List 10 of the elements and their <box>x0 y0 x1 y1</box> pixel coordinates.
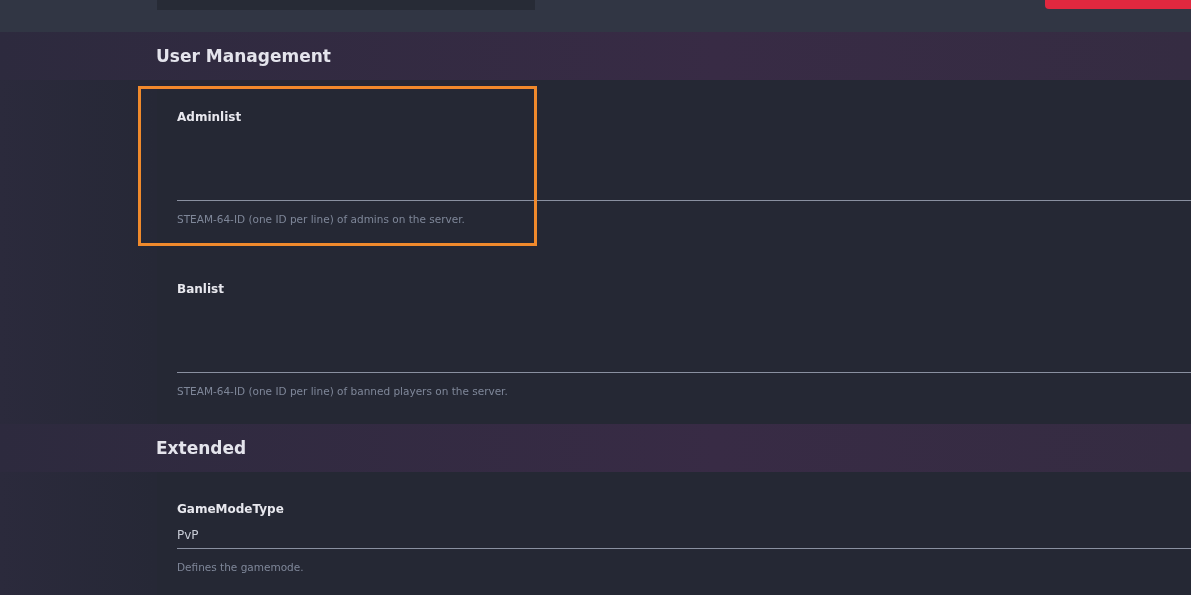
section-heading: Extended <box>156 438 247 458</box>
field-hint: Defines the gamemode. <box>177 561 304 573</box>
section-heading: User Management <box>156 46 331 66</box>
action-button[interactable] <box>1045 0 1191 9</box>
field-hint: STEAM-64-ID (one ID per line) of admins on the server. <box>177 213 465 225</box>
input-field[interactable]: PvP <box>177 521 1191 549</box>
field-label: Banlist <box>177 282 224 296</box>
field-hint: STEAM-64-ID (one ID per line) of banned players on the server. <box>177 385 508 397</box>
field-label: Adminlist <box>177 110 242 124</box>
field-label: GameModeType <box>177 502 284 516</box>
